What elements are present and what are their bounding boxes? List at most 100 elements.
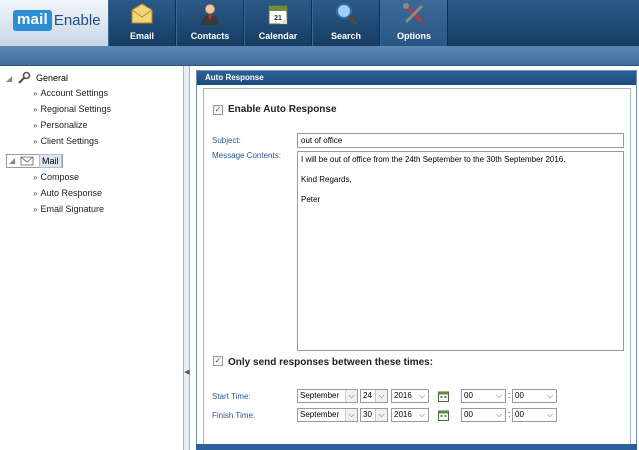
sidebar-item-client-settings[interactable]: » Client Settings bbox=[33, 136, 98, 146]
panel-footer-strip bbox=[196, 444, 637, 450]
tools-icon bbox=[403, 3, 424, 24]
sidebar-item-auto-response[interactable]: » Auto Response bbox=[33, 188, 102, 198]
start-hour-select[interactable]: 00 ⌵ bbox=[461, 389, 506, 403]
sidebar-item-label: Email Signature bbox=[40, 204, 104, 214]
start-year-value: 2016 bbox=[394, 391, 412, 400]
enable-auto-response-checkbox[interactable]: ✓ bbox=[213, 105, 223, 115]
start-date-calendar-icon[interactable] bbox=[438, 391, 449, 402]
sidebar-group-mail-label: Mail bbox=[39, 154, 62, 168]
chevron-down-icon: ⌵ bbox=[418, 410, 426, 419]
nav-calendar[interactable]: 21 Calendar bbox=[244, 0, 312, 46]
sidebar-item-label: Personalize bbox=[40, 120, 88, 130]
chevron-right-icon: » bbox=[33, 105, 38, 114]
wrench-icon bbox=[18, 71, 31, 84]
chevron-down-icon: ⌵ bbox=[546, 391, 554, 400]
chevron-right-icon: » bbox=[33, 137, 38, 146]
nav-contacts[interactable]: Contacts bbox=[176, 0, 244, 46]
start-month-value: September bbox=[300, 391, 340, 400]
sidebar-group-general-label: General bbox=[36, 73, 69, 83]
logo-enable-text: Enable bbox=[53, 11, 101, 29]
finish-year-value: 2016 bbox=[394, 410, 412, 419]
start-day-value: 24 bbox=[363, 391, 372, 400]
start-minute-select[interactable]: 00 ⌵ bbox=[512, 389, 557, 403]
sidebar-item-label: Regional Settings bbox=[40, 104, 111, 114]
chevron-right-icon: » bbox=[33, 189, 38, 198]
start-day-select[interactable]: 24 ⌵ bbox=[360, 389, 388, 403]
options-sidebar: ◢ General » Account Settings » Regional Se… bbox=[0, 66, 184, 450]
chevron-down-icon: ⌵ bbox=[375, 409, 387, 421]
sidebar-item-account-settings[interactable]: » Account Settings bbox=[33, 88, 108, 98]
pane-splitter[interactable]: ◀ bbox=[184, 66, 190, 450]
start-year-select[interactable]: 2016 ⌵ bbox=[391, 389, 429, 403]
sidebar-group-general[interactable]: ◢ General bbox=[6, 71, 68, 85]
sidebar-item-personalize[interactable]: » Personalize bbox=[33, 120, 87, 130]
finish-month-value: September bbox=[300, 410, 340, 419]
sidebar-group-mail[interactable]: ◢ Mail bbox=[6, 154, 63, 168]
start-time-label: Start Time: bbox=[212, 392, 251, 401]
sidebar-item-label: Auto Response bbox=[40, 188, 102, 198]
sidebar-item-email-signature[interactable]: » Email Signature bbox=[33, 204, 104, 214]
sidebar-item-compose[interactable]: » Compose bbox=[33, 172, 79, 182]
time-separator: : bbox=[508, 409, 511, 419]
nav-email[interactable]: Email bbox=[108, 0, 176, 46]
tree-expander-icon[interactable]: ◢ bbox=[9, 155, 17, 167]
start-minute-value: 00 bbox=[515, 391, 524, 400]
magnifier-icon bbox=[336, 3, 358, 25]
mailenable-logo[interactable]: mail Enable bbox=[13, 10, 101, 31]
panel-body: ✓ Enable Auto Response Subject: out of o… bbox=[203, 88, 631, 445]
tree-expander-icon[interactable]: ◢ bbox=[6, 74, 14, 83]
main-nav: Email Contacts 21 Calendar Search Option… bbox=[108, 0, 448, 46]
finish-month-select[interactable]: September ⌵ bbox=[297, 408, 358, 422]
start-hour-value: 00 bbox=[464, 391, 473, 400]
message-contents-label: Message Contents: bbox=[212, 151, 281, 160]
finish-minute-value: 00 bbox=[515, 410, 524, 419]
chevron-right-icon: » bbox=[33, 173, 38, 182]
finish-day-select[interactable]: 30 ⌵ bbox=[360, 408, 388, 422]
nav-email-label: Email bbox=[129, 31, 154, 41]
mail-envelope-icon bbox=[20, 156, 34, 166]
restrict-times-checkbox[interactable]: ✓ bbox=[213, 356, 223, 366]
nav-contacts-label: Contacts bbox=[190, 31, 230, 41]
nav-options-label: Options bbox=[397, 31, 431, 41]
svg-text:21: 21 bbox=[274, 15, 282, 22]
chevron-down-icon: ⌵ bbox=[375, 390, 387, 402]
chevron-right-icon: » bbox=[33, 121, 38, 130]
subject-label: Subject: bbox=[212, 136, 241, 145]
logo-area: mail Enable bbox=[0, 0, 108, 46]
message-contents-textarea[interactable]: I will be out of office from the 24th Se… bbox=[297, 151, 624, 351]
sidebar-item-label: Compose bbox=[40, 172, 79, 182]
nav-calendar-label: Calendar bbox=[258, 31, 298, 41]
chevron-down-icon: ⌵ bbox=[495, 410, 503, 419]
collapse-arrow-icon[interactable]: ◀ bbox=[184, 368, 190, 378]
sidebar-item-regional-settings[interactable]: » Regional Settings bbox=[33, 104, 111, 114]
nav-options[interactable]: Options bbox=[380, 0, 448, 46]
chevron-down-icon: ⌵ bbox=[495, 391, 503, 400]
finish-time-label: Finish Time: bbox=[212, 411, 256, 420]
logo-mail-text: mail bbox=[13, 10, 52, 31]
finish-year-select[interactable]: 2016 ⌵ bbox=[391, 408, 429, 422]
finish-day-value: 30 bbox=[363, 410, 372, 419]
finish-hour-value: 00 bbox=[464, 410, 473, 419]
chevron-right-icon: » bbox=[33, 205, 38, 214]
panel-title: Auto Response bbox=[197, 71, 636, 85]
subject-input[interactable]: out of office bbox=[297, 133, 624, 148]
finish-hour-select[interactable]: 00 ⌵ bbox=[461, 408, 506, 422]
sidebar-item-label: Account Settings bbox=[40, 88, 108, 98]
calendar-icon: 21 bbox=[268, 5, 288, 25]
contacts-icon bbox=[201, 3, 219, 25]
chevron-down-icon: ⌵ bbox=[546, 410, 554, 419]
enable-auto-response-label: Enable Auto Response bbox=[228, 104, 337, 115]
sub-bar bbox=[0, 46, 639, 66]
envelope-icon bbox=[131, 3, 153, 24]
finish-date-calendar-icon[interactable] bbox=[438, 410, 449, 421]
sidebar-item-label: Client Settings bbox=[40, 136, 99, 146]
finish-minute-select[interactable]: 00 ⌵ bbox=[512, 408, 557, 422]
chevron-down-icon: ⌵ bbox=[345, 409, 357, 421]
nav-search[interactable]: Search bbox=[312, 0, 380, 46]
time-separator: : bbox=[508, 390, 511, 400]
start-month-select[interactable]: September ⌵ bbox=[297, 389, 358, 403]
chevron-right-icon: » bbox=[33, 89, 38, 98]
nav-search-label: Search bbox=[330, 31, 362, 41]
auto-response-panel: Auto Response ✓ Enable Auto Response Sub… bbox=[196, 70, 637, 450]
chevron-down-icon: ⌵ bbox=[418, 391, 426, 400]
